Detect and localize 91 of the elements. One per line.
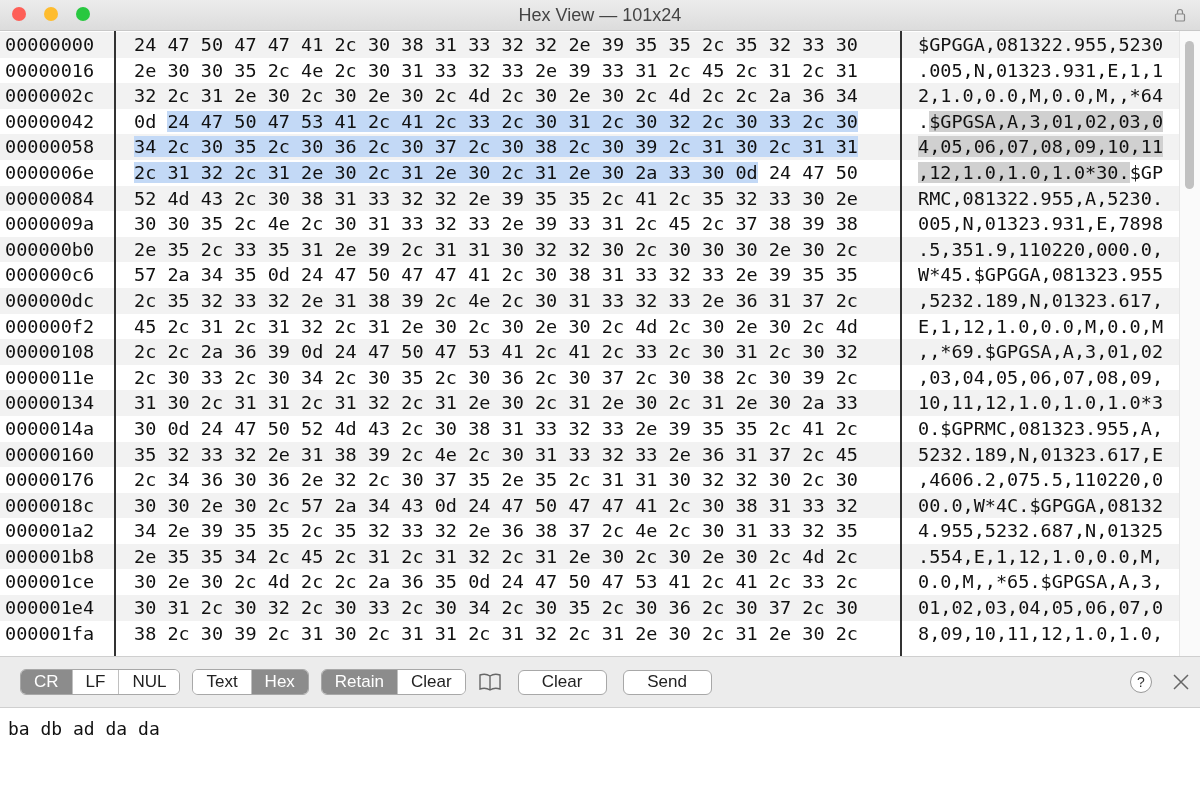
- hex-bytes: 24 47 50 47 47 41 2c 30 38 31 33 32 32 2e 39 35 35 2c 35 32 33 30: [134, 34, 858, 55]
- offset-label: 0000018c: [5, 494, 95, 516]
- zoom-window-icon[interactable]: [76, 7, 90, 21]
- segment-button[interactable]: NUL: [118, 670, 180, 694]
- offset-label: 000000f2: [5, 315, 95, 337]
- input-field[interactable]: ba db ad da da: [0, 708, 1200, 801]
- hex-bytes: 24 47 50: [768, 161, 858, 183]
- ascii-text: 8,09,10,11,12,1.0,1.0,: [918, 622, 1164, 644]
- offset-label: 00000000: [5, 34, 95, 55]
- hex-bytes: 30 2e 30 2c 4d 2c 2c 2a 36 35 0d 24 47 50 47 53 41 2c 41 2c 33 2c: [134, 571, 858, 593]
- hex-bytes: 52 4d 43 2c 30 38 31 33 32 32 2e 39 35 35 2c 41 2c 35 32 33 30 2e: [134, 187, 858, 209]
- ascii-text: .005,N,01323.931,E,1,1: [918, 59, 1164, 81]
- segment-button[interactable]: Clear: [397, 670, 465, 694]
- hex-bytes: 2e 35 2c 33 35 31 2e 39 2c 31 31 30 32 32 30 2c 30 30 30 2e 30 2c: [134, 238, 858, 260]
- offset-label: 0000011e: [5, 366, 95, 388]
- lock-icon: [1174, 8, 1186, 22]
- close-window-icon[interactable]: [12, 7, 26, 21]
- offset-label: 00000108: [5, 341, 95, 363]
- hex-bytes: 45 2c 31 2c 31 32 2c 31 2e 30 2c 30 2e 30 2c 4d 2c 30 2e 30 2c 4d: [134, 315, 858, 337]
- hex-bytes: 35 32 33 32 2e 31 38 39 2c 4e 2c 30 31 33 32 33 2e 36 31 37 2c 45: [134, 443, 858, 465]
- hex-bytes: 2c 2c 2a 36 39 0d 24 47 50 47 53 41 2c 41 2c 33 2c 30 31 2c 30 32: [134, 341, 858, 363]
- hex-bytes: 30 30 35 2c 4e 2c 30 31 33 32 33 2e 39 33 31 2c 45 2c 37 38 39 38: [134, 213, 858, 235]
- ascii-text: 2,1.0,0.0,M,0.0,M,,*64: [918, 85, 1164, 107]
- offset-label: 00000042: [5, 110, 95, 132]
- hex-bytes: 0d: [134, 110, 157, 132]
- ascii-text: 005,N,01323.931,E,7898: [918, 213, 1164, 235]
- hex-bytes: 30 31 2c 30 32 2c 30 33 2c 30 34 2c 30 35 2c 30 36 2c 30 37 2c 30: [134, 597, 858, 619]
- ascii-text: $GP: [1129, 161, 1164, 183]
- offset-label: 000000c6: [5, 264, 95, 286]
- offset-label: 000001b8: [5, 545, 95, 567]
- hex-bytes: 34 2e 39 35 35 2c 35 32 33 32 2e 36 38 37 2c 4e 2c 30 31 33 32 35: [134, 520, 858, 542]
- ascii-text: 0.$GPRMC,081323.955,A,: [918, 417, 1164, 439]
- hex-bytes: 31 30 2c 31 31 2c 31 32 2c 31 2e 30 2c 31 2e 30 2c 31 2e 30 2a 33: [134, 392, 858, 414]
- book-icon[interactable]: [477, 672, 502, 692]
- ascii-text: 4.955,5232.687,N,01325: [918, 520, 1164, 542]
- offset-label: 000001a2: [5, 520, 95, 542]
- ascii-text: ,5232.189,N,01323.617,: [918, 289, 1164, 311]
- ascii-text: ,4606.2,075.5,110220,0: [918, 469, 1164, 491]
- ascii-text: 00.0,W*4C.$GPGGA,08132: [918, 494, 1164, 516]
- hex-bytes: 2c 30 33 2c 30 34 2c 30 35 2c 30 36 2c 30 37 2c 30 38 2c 30 39 2c: [134, 366, 858, 388]
- offset-label: 0000006e: [5, 161, 95, 183]
- offset-label: 00000134: [5, 392, 95, 414]
- hex-bytes: 38 2c 30 39 2c 31 30 2c 31 31 2c 31 32 2c 31 2e 30 2c 31 2e 30 2c: [134, 622, 858, 644]
- toolbar-button[interactable]: Send: [622, 669, 712, 695]
- hex-bytes: 2c 31 32 2c 31 2e 30 2c 31 2e 30 2c 31 2e 30 2a 33 30 0d: [134, 161, 758, 183]
- ascii-text: $GPGGA,081322.955,5230: [918, 34, 1164, 55]
- offset-label: 000001fa: [5, 622, 95, 644]
- hex-bytes: 2e 35 35 34 2c 45 2c 31 2c 31 32 2c 31 2e 30 2c 30 2e 30 2c 4d 2c: [134, 545, 858, 567]
- ascii-text: RMC,081322.955,A,5230.: [918, 187, 1164, 209]
- offset-label: 00000084: [5, 187, 95, 209]
- ascii-text: 0.0,M,,*65.$GPGSA,A,3,: [918, 571, 1164, 593]
- ascii-text: W*45.$GPGGA,081323.955: [918, 264, 1164, 286]
- hex-bytes: 2e 30 30 35 2c 4e 2c 30 31 33 32 33 2e 39 33 31 2c 45 2c 31 2c 31: [134, 59, 858, 81]
- ascii-text: E,1,12,1.0,0.0,M,0.0,M: [918, 315, 1164, 337]
- offset-label: 00000016: [5, 59, 95, 81]
- hex-bytes: 2c 34 36 30 36 2e 32 2c 30 37 35 2e 35 2c 31 31 30 32 32 30 2c 30: [134, 469, 858, 491]
- hex-bytes: 24 47 50 47 53 41 2c 41 2c 33 2c 30 31 2c 30 32 2c 30 33 2c 30: [167, 110, 858, 132]
- ascii-text: 10,11,12,1.0,1.0,1.0*3: [918, 392, 1164, 414]
- ascii-text: 4,05,06,07,08,09,10,11: [918, 136, 1164, 158]
- hex-bytes: 2c 35 32 33 32 2e 31 38 39 2c 4e 2c 30 31 33 32 33 2e 36 31 37 2c: [134, 289, 858, 311]
- scrollbar-thumb[interactable]: [1185, 41, 1194, 189]
- minimize-window-icon[interactable]: [44, 7, 58, 21]
- close-icon[interactable]: [1172, 673, 1190, 691]
- ascii-text: $GPGSA,A,3,01,02,03,0: [929, 110, 1164, 132]
- offset-label: 000001ce: [5, 571, 95, 593]
- offset-label: 000001e4: [5, 597, 95, 619]
- toolbar-button[interactable]: Clear: [517, 669, 607, 695]
- input-value: ba db ad da da: [8, 718, 160, 739]
- help-button[interactable]: ?: [1130, 671, 1152, 693]
- hex-bytes: 30 0d 24 47 50 52 4d 43 2c 30 38 31 33 32 33 2e 39 35 35 2c 41 2c: [134, 417, 858, 439]
- hex-bytes: 30 30 2e 30 2c 57 2a 34 43 0d 24 47 50 47 47 41 2c 30 38 31 33 32: [134, 494, 858, 516]
- ascii-text: 01,02,03,04,05,06,07,0: [918, 597, 1164, 619]
- offset-label: 0000002c: [5, 85, 95, 107]
- offset-label: 0000009a: [5, 213, 95, 235]
- offset-label: 00000058: [5, 136, 95, 158]
- offset-label: 00000160: [5, 443, 95, 465]
- hex-bytes: 34 2c 30 35 2c 30 36 2c 30 37 2c 30 38 2c 30 39 2c 31 30 2c 31 31: [134, 136, 858, 158]
- ascii-text: ,12,1.0,1.0,1.0*30.: [918, 161, 1130, 183]
- ascii-text: ,,*69.$GPGSA,A,3,01,02: [918, 341, 1164, 363]
- offset-label: 000000dc: [5, 289, 95, 311]
- ascii-text: .554,E,1,12,1.0,0.0,M,: [918, 545, 1164, 567]
- offset-label: 0000014a: [5, 417, 95, 439]
- ascii-text: 5232.189,N,01323.617,E: [918, 443, 1164, 465]
- window-title: Hex View — 101x24: [518, 4, 682, 26]
- offset-label: 00000176: [5, 469, 95, 491]
- ascii-text: .: [918, 110, 930, 132]
- ascii-text: .5,351.9,110220,000.0,: [918, 238, 1164, 260]
- hex-bytes: 57 2a 34 35 0d 24 47 50 47 47 41 2c 30 38 31 33 32 33 2e 39 35 35: [134, 264, 858, 286]
- ascii-text: ,03,04,05,06,07,08,09,: [918, 366, 1164, 388]
- hex-bytes: 32 2c 31 2e 30 2c 30 2e 30 2c 4d 2c 30 2e 30 2c 4d 2c 2c 2a 36 34: [134, 85, 858, 107]
- offset-label: 000000b0: [5, 238, 95, 260]
